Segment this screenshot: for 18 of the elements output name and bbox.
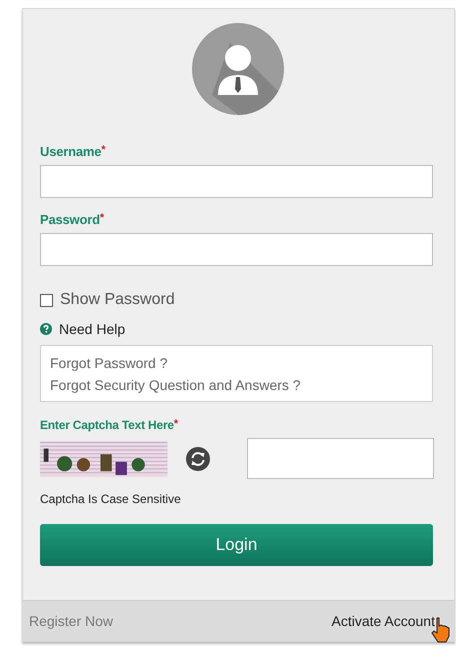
help-link[interactable]: Forgot Security Question and Answers ? (50, 377, 423, 393)
field-label: Password* (40, 212, 105, 227)
activate-link[interactable]: Activate Account (331, 613, 435, 629)
refresh-button[interactable] (186, 446, 210, 470)
help-heading: Need Help (59, 321, 126, 337)
help-icon (40, 323, 52, 335)
field-label: Username* (40, 144, 106, 159)
password-field[interactable] (40, 233, 433, 266)
register-link[interactable]: Register Now (29, 613, 114, 629)
field-label: Enter Captcha Text Here* (40, 418, 179, 432)
username-field[interactable] (40, 165, 433, 198)
captcha-field[interactable] (246, 438, 434, 479)
login-button[interactable]: Login (40, 524, 433, 566)
help-link[interactable]: Forgot Password ? (50, 355, 423, 371)
captcha-note: Captcha Is Case Sensitive (40, 492, 182, 506)
user-avatar-icon (192, 23, 284, 115)
checkbox[interactable] (40, 294, 53, 306)
checkbox-label[interactable]: Show Password (60, 291, 175, 309)
